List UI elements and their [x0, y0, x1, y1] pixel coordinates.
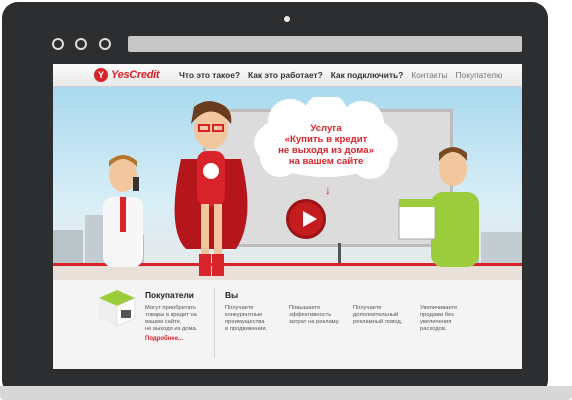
address-bar[interactable] — [128, 36, 522, 52]
cloud-line-2: «Купить в кредит — [284, 134, 368, 145]
buyers-title: Покупатели — [145, 290, 194, 300]
you-col4-line3: увеличения — [420, 319, 452, 325]
buyers-text: Могут приобретать товары в кредит на ваш… — [145, 305, 215, 333]
laptop-base — [0, 386, 572, 400]
you-title: Вы — [225, 290, 239, 300]
camera-icon — [284, 16, 290, 22]
you-column-3: Получаете дополнительный рекламный повод… — [353, 305, 417, 326]
laptop-frame: Y YesCredit Что это такое? Как это работ… — [2, 2, 548, 396]
cloud-text: Услуга «Купить в кредит не выходя из дом… — [253, 123, 399, 167]
you-col1-line4: в продвижении. — [225, 326, 268, 332]
play-video-button[interactable] — [286, 199, 326, 239]
arrow-down-icon: ↓ — [325, 183, 331, 197]
nav-buyer[interactable]: Покупателю — [456, 70, 503, 80]
window-dot-2 — [75, 38, 87, 50]
cloud-line-3: не выходя из дома» — [278, 145, 374, 156]
man-with-phone-illustration — [103, 155, 143, 267]
buyers-line-4: не выходя из дома. — [145, 326, 198, 332]
you-col4-line1: Увеличиваете — [420, 305, 458, 311]
window-dot-1 — [52, 38, 64, 50]
you-column-4: Увеличиваете продажи без увеличения расх… — [420, 305, 480, 333]
window-dot-3 — [99, 38, 111, 50]
buyers-line-1: Могут приобретать — [145, 305, 197, 311]
nav-how-it-works[interactable]: Как это работает? — [248, 70, 323, 80]
you-col3-line1: Получаете — [353, 305, 382, 311]
logo-text: YesCredit — [111, 69, 160, 81]
you-col3-line2: дополнительный — [353, 312, 399, 318]
site-logo[interactable]: Y YesCredit — [94, 68, 160, 82]
you-col4-line4: расходов. — [420, 326, 447, 332]
cloud-line-1: Услуга — [310, 123, 342, 134]
nav-contacts[interactable]: Контакты — [411, 70, 447, 80]
divider — [214, 288, 215, 358]
you-col2-line2: эффективность — [289, 312, 332, 318]
you-col4-line2: продажи без — [420, 312, 454, 318]
cloud-line-4: на вашем сайте — [288, 156, 364, 167]
buyers-line-3: вашем сайте, — [145, 319, 182, 325]
buyers-line-2: товары в кредит на — [145, 312, 197, 318]
nav-how-to-connect[interactable]: Как подключить? — [331, 70, 404, 80]
website-screen: Y YesCredit Что это такое? Как это работ… — [53, 64, 522, 369]
site-header: Y YesCredit Что это такое? Как это работ… — [53, 64, 522, 87]
you-col1-line1: Получаете — [225, 305, 254, 311]
info-panel: Покупатели Могут приобретать товары в кр… — [53, 280, 522, 369]
hero-banner: Услуга «Купить в кредит не выходя из дом… — [53, 87, 522, 280]
you-column-1: Получаете конкурентные преимущества в пр… — [225, 305, 285, 333]
superhero-character-illustration — [174, 101, 248, 276]
you-col2-line3: затрат на рекламу. — [289, 319, 340, 325]
main-nav: Что это такое? Как это работает? Как под… — [179, 70, 510, 80]
you-col2-line1: Повышаете — [289, 305, 321, 311]
you-col3-line3: рекламный повод. — [353, 319, 403, 325]
man-with-box-illustration — [398, 147, 479, 267]
you-column-2: Повышаете эффективность затрат на реклам… — [289, 305, 349, 326]
logo-mark: Y — [94, 68, 108, 82]
you-col1-line2: конкурентные — [225, 312, 263, 318]
nav-what-is-it[interactable]: Что это такое? — [179, 70, 240, 80]
buyers-more-link[interactable]: Подробнее... — [145, 336, 183, 342]
you-col1-line3: преимущества — [225, 319, 265, 325]
product-box-icon — [99, 290, 136, 327]
